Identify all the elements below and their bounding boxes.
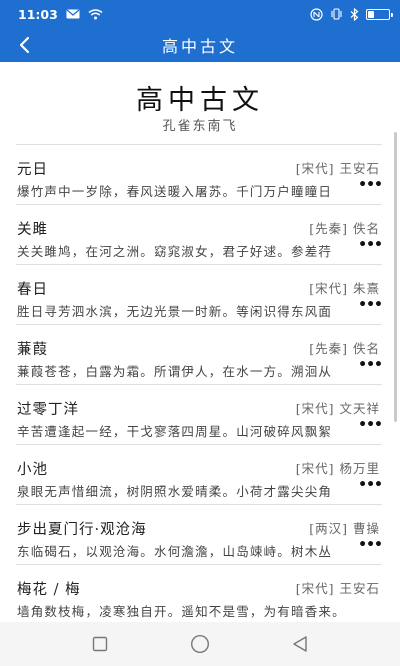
poem-title: 蒹葭 bbox=[17, 342, 48, 358]
recents-button[interactable] bbox=[80, 629, 120, 659]
poem-title: 小池 bbox=[17, 462, 48, 478]
more-icon[interactable]: ••• bbox=[358, 417, 383, 433]
more-icon[interactable]: ••• bbox=[358, 297, 383, 313]
poem-meta: [宋代] 文天祥 bbox=[295, 401, 380, 416]
poem-meta: [宋代] 王安石 bbox=[295, 581, 380, 596]
poem-excerpt: 蒹葭苍苍，白露为霜。所谓伊人，在水一方。溯洄从 bbox=[17, 364, 333, 379]
chevron-left-icon bbox=[19, 36, 30, 54]
back-button[interactable] bbox=[10, 31, 38, 59]
poem-excerpt: 爆竹声中一岁除，春风送暖入屠苏。千门万户瞳瞳日 bbox=[17, 184, 333, 199]
more-icon[interactable]: ••• bbox=[358, 177, 383, 193]
vibrate-icon bbox=[330, 8, 343, 20]
scrollbar[interactable] bbox=[394, 132, 397, 422]
poem-item[interactable]: 春日 [宋代] 朱熹 胜日寻芳泗水滨，无边光景一时新。等闲识得东风面 ••• bbox=[16, 264, 383, 324]
circle-icon bbox=[190, 634, 210, 654]
nfc-icon bbox=[310, 7, 323, 21]
poem-item[interactable]: 步出夏门行·观沧海 [两汉] 曹操 东临碣石，以观沧海。水何澹澹，山岛竦峙。树木… bbox=[16, 504, 383, 564]
more-icon[interactable]: ••• bbox=[358, 477, 383, 493]
battery-fill bbox=[368, 10, 374, 18]
status-time: 11:03 bbox=[18, 6, 58, 22]
status-bar: 11:03 bbox=[0, 0, 400, 28]
poem-item[interactable]: 小池 [宋代] 杨万里 泉眼无声惜细流，树阴照水爱晴柔。小荷才露尖尖角 ••• bbox=[16, 444, 383, 504]
more-icon[interactable]: ••• bbox=[358, 537, 383, 553]
poem-excerpt: 墙角数枝梅，凌寒独自开。遥知不是雪，为有暗香来。 bbox=[17, 604, 346, 619]
poem-meta: [宋代] 王安石 bbox=[295, 161, 380, 176]
wifi-icon bbox=[88, 8, 103, 20]
poem-excerpt: 关关雎鸠，在河之洲。窈窕淑女，君子好逑。参差荇 bbox=[17, 244, 333, 259]
poem-list-page[interactable]: 高中古文 孔雀东南飞 元日 [宋代] 王安石 爆竹声中一岁除，春风送暖入屠苏。千… bbox=[0, 62, 400, 622]
mail-icon bbox=[66, 9, 80, 19]
poem-title: 过零丁洋 bbox=[17, 402, 79, 418]
poem-meta: [宋代] 杨万里 bbox=[295, 461, 380, 476]
page-subtitle: 孔雀东南飞 bbox=[162, 119, 238, 134]
poem-excerpt: 胜日寻芳泗水滨，无边光景一时新。等闲识得东风面 bbox=[17, 304, 333, 319]
status-right bbox=[310, 7, 393, 21]
poem-title: 关雎 bbox=[17, 222, 48, 238]
page-title: 高中古文 bbox=[136, 85, 264, 116]
poem-item[interactable]: 过零丁洋 [宋代] 文天祥 辛苦遭逢起一经，干戈寥落四周星。山河破碎风飘絮 ••… bbox=[16, 384, 383, 444]
status-left: 11:03 bbox=[18, 7, 103, 22]
nav-title: 高中古文 bbox=[161, 37, 238, 56]
poem-meta: [先秦] 佚名 bbox=[309, 341, 380, 356]
poem-list: 元日 [宋代] 王安石 爆竹声中一岁除，春风送暖入屠苏。千门万户瞳瞳日 ••• … bbox=[16, 144, 383, 622]
poem-item[interactable]: 梅花 / 梅 [宋代] 王安石 墙角数枝梅，凌寒独自开。遥知不是雪，为有暗香来。 bbox=[16, 564, 382, 622]
square-icon bbox=[92, 636, 108, 652]
poem-title: 步出夏门行·观沧海 bbox=[17, 522, 147, 538]
poem-item[interactable]: 关雎 [先秦] 佚名 关关雎鸠，在河之洲。窈窕淑女，君子好逑。参差荇 ••• bbox=[16, 204, 383, 264]
more-icon[interactable]: ••• bbox=[358, 237, 383, 253]
more-icon[interactable]: ••• bbox=[358, 357, 383, 373]
poem-excerpt: 东临碣石，以观沧海。水何澹澹，山岛竦峙。树木丛 bbox=[17, 544, 333, 559]
poem-item[interactable]: 元日 [宋代] 王安石 爆竹声中一岁除，春风送暖入屠苏。千门万户瞳瞳日 ••• bbox=[16, 144, 383, 204]
bluetooth-icon bbox=[350, 7, 359, 21]
back-nav-button[interactable] bbox=[280, 629, 320, 659]
battery-icon bbox=[366, 8, 393, 20]
poem-excerpt: 辛苦遭逢起一经，干戈寥落四周星。山河破碎风飘絮 bbox=[17, 424, 333, 439]
poem-excerpt: 泉眼无声惜细流，树阴照水爱晴柔。小荷才露尖尖角 bbox=[17, 484, 333, 499]
system-nav-bar bbox=[0, 622, 400, 666]
poem-item[interactable]: 蒹葭 [先秦] 佚名 蒹葭苍苍，白露为霜。所谓伊人，在水一方。溯洄从 ••• bbox=[16, 324, 383, 384]
poem-meta: [两汉] 曹操 bbox=[309, 521, 380, 536]
home-button[interactable] bbox=[180, 629, 220, 659]
poem-title: 梅花 / 梅 bbox=[17, 582, 81, 598]
nav-bar: 高中古文 bbox=[0, 28, 400, 62]
poem-meta: [宋代] 朱熹 bbox=[309, 281, 380, 296]
poem-title: 春日 bbox=[17, 282, 48, 298]
poem-title: 元日 bbox=[17, 162, 48, 178]
triangle-back-icon bbox=[293, 636, 307, 652]
poem-meta: [先秦] 佚名 bbox=[309, 221, 380, 236]
